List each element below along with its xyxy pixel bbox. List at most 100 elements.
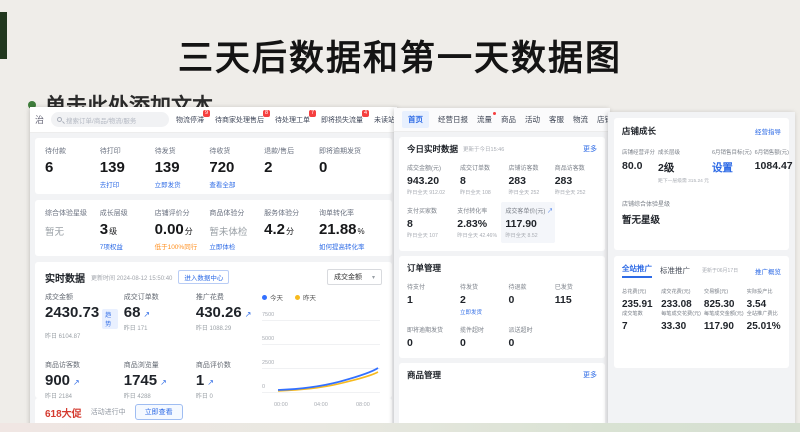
alert-tab-aftersale[interactable]: 待商家处理售后8 (215, 115, 264, 125)
stat-overdue-ship: 即将逾期发货 0 (319, 146, 382, 189)
right-dashboard-panel: 店铺成长 经营指导 店铺经营评分 80.0 成长层级 2级 距下一层级需 315… (608, 112, 795, 425)
trend-pill[interactable]: 趋势 (102, 309, 118, 329)
today-realtime-card: 今日实时数据 更新于今日15:46 更多 成交金额(元) 943.20 昨日全天… (399, 137, 605, 251)
alert-tab-traffic-loss[interactable]: 即将损失流量4 (321, 115, 363, 125)
badge: 7 (309, 110, 316, 118)
tab-daily-report[interactable]: 经营日报 (438, 114, 468, 125)
om-pickup-timeout: 揽件超时 0 (460, 325, 505, 349)
ads-overview-link[interactable]: 推广概览 (755, 266, 781, 276)
star-rating-block: 店铺综合体验星级 暂无星级 (622, 199, 781, 226)
alert-tab-tickets[interactable]: 待处理工单7 (275, 115, 310, 125)
promo-highlight: 618大促 (45, 405, 82, 420)
tab-sitewide-ads[interactable]: 全站推广 (622, 263, 652, 278)
today-title: 今日实时数据 (407, 143, 458, 155)
sidebar-fragment-label: 治 (35, 113, 44, 126)
slide-title: 三天后数据和第一天数据图 (0, 30, 800, 81)
tab-home[interactable]: 首页 (402, 111, 429, 128)
today-shop-visitors: 店铺访客数 283 昨日全天 252 (508, 163, 550, 196)
yesterday-legend-dot (295, 295, 300, 300)
rt-orders: 成交订单数 68↗ 昨日 171 (124, 292, 190, 347)
more-link[interactable]: 更多 (583, 370, 597, 380)
monthly-sales: 6月销售额(元) 1084.47 (755, 148, 793, 184)
tab-service[interactable]: 客服 (549, 114, 564, 125)
ads-updated: 更新于06月17日 (702, 267, 738, 274)
ads-fee-ratio: 全站推广费比 25.01% (747, 310, 781, 332)
data-center-button[interactable]: 进入数据中心 (178, 270, 229, 284)
badge: 8 (263, 110, 270, 118)
below-peers-link[interactable]: 低于100%同行 (155, 241, 210, 251)
om-refund: 待退款 0 (508, 282, 550, 316)
realtime-line-chart: 今天 昨天 7500 5000 2500 0 00:00 04:00 (262, 292, 382, 406)
ads-roi: 实际投产比 3.54 (747, 288, 781, 310)
ads-card: 全站推广 标准推广 更新于06月17日 推广概览 总花费(元) 235.91 成… (614, 256, 789, 368)
trend-icon[interactable]: ↗ (73, 378, 80, 387)
go-print-link[interactable]: 去打印 (100, 179, 155, 189)
chart-lines (276, 320, 380, 396)
alert-tab-logistics[interactable]: 物流停滞9 (176, 115, 204, 125)
tab-logistics[interactable]: 物流 (573, 114, 588, 125)
badge: 4 (362, 110, 369, 118)
realtime-metrics-grid: 成交金额 2430.73趋势 昨日 6104.87 成交订单数 68↗ 昨日 1… (45, 292, 262, 406)
experience-stats-card: 综合体验星级 暂无 成长层级 3级 7项权益 店铺评价分 0.00分 低于100… (35, 200, 392, 256)
today-aov-highlight: 成交客单价(元) ↗ 117.90 昨日全天 8.52 (501, 202, 555, 243)
realtime-card: 实时数据 更新时间 2024-08-12 15:50:40 进入数据中心 成交金… (35, 262, 392, 398)
tab-activities[interactable]: 活动 (525, 114, 540, 125)
trend-icon[interactable]: ↗ (143, 310, 150, 319)
om-delivery-timeout: 派送超时 0 (508, 325, 550, 349)
search-input[interactable]: 搜索订单/商品/物流/服务 (51, 112, 169, 127)
stat-inquiry-cvr: 询单转化率 21.88% 如何提高转化率 (319, 208, 382, 251)
view-all-link[interactable]: 查看全部 (209, 179, 264, 189)
search-icon (57, 117, 62, 122)
rt-visitors: 商品访客数 900↗ 昨日 2184 (45, 360, 118, 407)
more-link[interactable]: 更多 (583, 144, 597, 154)
growth-level: 成长层级 2级 距下一层级需 315.24 元 (658, 148, 709, 184)
om-to-ship: 待发货 2 立即发货 (460, 282, 505, 316)
tab-standard-ads[interactable]: 标准推广 (660, 265, 690, 276)
stat-growth-level: 成长层级 3级 7项权益 (100, 208, 155, 251)
ship-now-link[interactable]: 立即发货 (155, 179, 210, 189)
growth-title: 店铺成长 (622, 125, 656, 137)
trend-icon[interactable]: ↗ (245, 310, 252, 319)
stat-to-receive: 待收货 720 查看全部 (209, 146, 264, 189)
ads-deal-cost: 成交花费(元) 233.08 (661, 288, 701, 310)
order-stats-card: 待付款 6 待打印 139 去打印 待发货 139 立即发货 待收货 720 查… (35, 138, 392, 194)
guidance-link[interactable]: 经营指导 (755, 126, 781, 136)
left-panel-body: 待付款 6 待打印 139 去打印 待发货 139 立即发货 待收货 720 查… (30, 133, 397, 431)
set-target-link[interactable]: 设置 (712, 160, 752, 175)
stat-star-level: 综合体验星级 暂无 (45, 208, 100, 251)
slide-bottom-decoration (0, 423, 800, 432)
ship-now-link[interactable]: 立即发货 (460, 308, 505, 316)
today-orders: 成交订单数 8 昨日全天 108 (460, 163, 505, 196)
tab-products[interactable]: 商品 (501, 114, 516, 125)
promo-text: 活动进行中 (91, 407, 126, 417)
om-overdue: 即将逾期发货 0 (407, 325, 456, 349)
alert-tabs: 物流停滞9 待商家处理售后8 待处理工单7 即将损失流量4 未读站内信10 (176, 115, 409, 125)
realtime-title: 实时数据 (45, 270, 85, 285)
stat-service-exp: 服务体验分 4.2分 (264, 208, 319, 251)
middle-dashboard-panel: 首页 经营日报 流量 商品 活动 客服 物流 店铺服务 今日实时数据 更新于今日… (394, 108, 610, 432)
ads-cost-per-deal: 每笔成交花费(元) 33.30 (661, 310, 701, 332)
improve-cvr-link[interactable]: 如何提高转化率 (319, 241, 382, 251)
orders-title: 订单管理 (407, 262, 441, 274)
left-dashboard-panel: 治 搜索订单/商品/物流/服务 物流停滞9 待商家处理售后8 待处理工单7 即将… (30, 107, 397, 432)
rights-link[interactable]: 7项权益 (100, 241, 155, 251)
today-legend-dot (262, 295, 267, 300)
tab-traffic[interactable]: 流量 (477, 114, 492, 125)
today-product-visitors: 商品访客数 283 昨日全天 252 (555, 163, 597, 196)
trend-icon[interactable]: ↗ (207, 378, 214, 387)
metric-select-dropdown[interactable]: 成交金额 ▾ (327, 269, 382, 285)
growth-score: 店铺经营评分 80.0 (622, 148, 655, 184)
shop-growth-card: 店铺成长 经营指导 店铺经营评分 80.0 成长层级 2级 距下一层级需 315… (614, 118, 789, 250)
today-paying-buyers: 支付买家数 8 昨日全天 107 (407, 206, 453, 239)
trend-icon: ↗ (547, 209, 553, 215)
ads-gmv-per-deal: 每笔成交金额(元) 117.90 (704, 310, 744, 332)
sales-target: 6月销售目标(元) 设置 (712, 148, 752, 184)
realtime-updated: 更新时间 2024-08-12 15:50:40 (91, 273, 172, 282)
today-updated: 更新于今日15:46 (463, 145, 504, 153)
promo-button[interactable]: 立即查看 (135, 404, 183, 420)
today-cvr: 支付转化率 2.83% 昨日全天 42.46% (457, 206, 499, 239)
trend-icon[interactable]: ↗ (160, 378, 167, 387)
stat-shop-score: 店铺评价分 0.00分 低于100%同行 (155, 208, 210, 251)
stat-to-ship: 待发货 139 立即发货 (155, 146, 210, 189)
check-now-link[interactable]: 立即体检 (209, 241, 264, 251)
